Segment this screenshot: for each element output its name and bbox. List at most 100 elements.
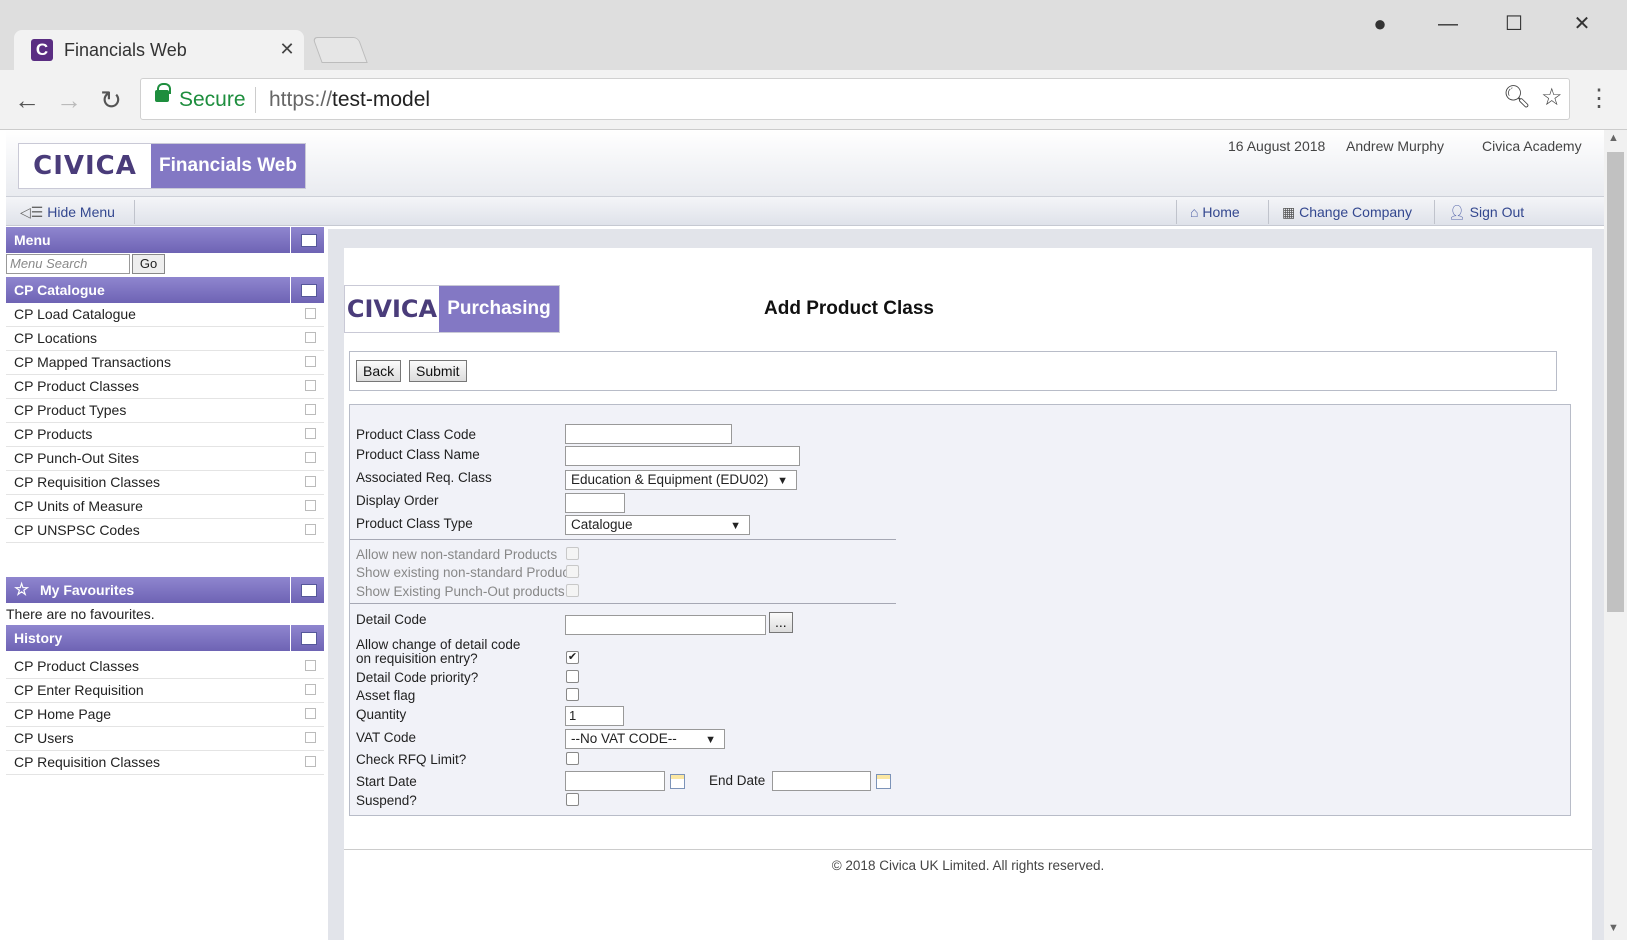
scrollbar-thumb[interactable] [1607,152,1624,612]
asset-flag-checkbox[interactable] [566,688,579,701]
product-class-name-input[interactable] [565,446,800,466]
vat-code-value: --No VAT CODE-- [571,731,677,746]
minimize-icon[interactable]: — [1426,10,1470,38]
zoom-icon[interactable]: 🔍︎ [1503,84,1531,110]
sidebar-item-punch-out-sites[interactable]: CP Punch-Out Sites [6,447,324,471]
sidebar-item-mapped-transactions[interactable]: CP Mapped Transactions [6,351,324,375]
scroll-down-icon[interactable]: ▼ [1608,922,1619,934]
vat-code-select[interactable]: --No VAT CODE-- ▼ [565,729,725,749]
start-date-calendar-icon[interactable] [670,774,685,789]
back-arrow-icon[interactable]: ← [8,81,46,119]
panel-toggle-icon[interactable] [290,227,324,253]
tab-close-icon[interactable]: ✕ [276,38,298,60]
product-class-code-input[interactable] [565,424,732,444]
quantity-input[interactable]: 1 [565,706,624,726]
submit-button[interactable]: Submit [409,360,467,382]
history-item-users[interactable]: CP Users [6,727,324,751]
reload-icon[interactable]: ↻ [92,81,130,119]
app-header: CIVICA Financials Web 16 August 2018 And… [6,130,1604,196]
address-separator [255,87,256,113]
sidebar-item-label: CP Requisition Classes [14,474,161,490]
open-window-icon[interactable] [305,356,316,367]
maximize-icon[interactable]: ☐ [1492,10,1536,38]
check-rfq-checkbox[interactable] [566,752,579,765]
bookmark-star-icon[interactable]: ☆ [1541,83,1563,112]
product-class-form: Product Class Code Product Class Name As… [349,404,1571,816]
new-tab-button[interactable] [312,37,368,63]
open-window-icon[interactable] [305,308,316,319]
scroll-up-icon[interactable]: ▲ [1608,132,1619,144]
sidebar-item-label: CP Punch-Out Sites [14,450,140,466]
open-window-icon[interactable] [305,660,316,671]
detail-code-priority-checkbox[interactable] [566,670,579,683]
history-item-product-classes[interactable]: CP Product Classes [6,655,324,679]
open-window-icon[interactable] [305,732,316,743]
open-window-icon[interactable] [305,332,316,343]
end-date-input[interactable] [772,771,871,791]
open-window-icon[interactable] [305,524,316,535]
forward-arrow-icon[interactable]: → [50,81,88,119]
home-icon: ⌂ [1190,204,1199,220]
sidebar-item-products[interactable]: CP Products [6,423,324,447]
sidebar-item-units-of-measure[interactable]: CP Units of Measure [6,495,324,519]
end-date-calendar-icon[interactable] [876,774,891,789]
open-window-icon[interactable] [305,500,316,511]
sidebar-item-locations[interactable]: CP Locations [6,327,324,351]
allow-change-detail-label-line1: Allow change of detail code [356,637,521,652]
show-existing-products-checkbox[interactable] [566,565,579,578]
sidebar-item-product-types[interactable]: CP Product Types [6,399,324,423]
history-item-requisition-classes[interactable]: CP Requisition Classes [6,751,324,775]
allow-change-detail-checkbox[interactable]: ✔ [566,651,579,664]
page-scrollbar[interactable]: ▲ ▼ [1604,130,1627,940]
sidebar-item-unspsc-codes[interactable]: CP UNSPSC Codes [6,519,324,543]
open-window-icon[interactable] [305,756,316,767]
open-window-icon[interactable] [305,708,316,719]
sidebar-item-requisition-classes[interactable]: CP Requisition Classes [6,471,324,495]
section-divider [350,603,896,604]
panel-toggle-icon[interactable] [290,625,324,651]
sidebar-item-product-classes[interactable]: CP Product Classes [6,375,324,399]
detail-code-lookup-button[interactable]: ... [769,612,793,633]
action-bar: Back Submit [349,351,1557,391]
open-window-icon[interactable] [305,380,316,391]
show-punchout-products-checkbox[interactable] [566,584,579,597]
open-window-icon[interactable] [305,404,316,415]
browser-toolbar: ← → ↻ Secure https://test-model 🔍︎ ☆ ⋮ [0,70,1627,130]
url-text[interactable]: https://test-model [269,88,430,112]
purchasing-logo-product: Purchasing [439,286,559,332]
product-class-type-select[interactable]: Catalogue ▼ [565,515,750,535]
history-item-enter-requisition[interactable]: CP Enter Requisition [6,679,324,703]
address-bar[interactable]: Secure https://test-model 🔍︎ ☆ [140,78,1570,120]
detail-code-input[interactable] [565,615,766,635]
navbar-divider [1268,200,1269,224]
open-window-icon[interactable] [305,476,316,487]
back-button[interactable]: Back [356,360,402,382]
open-window-icon[interactable] [305,684,316,695]
browser-tab[interactable]: C Financials Web ✕ [14,30,304,70]
menu-search-input[interactable]: Menu Search [6,254,130,274]
suspend-checkbox[interactable] [566,793,579,806]
menu-search-go-button[interactable]: Go [132,254,165,274]
window-close-icon[interactable]: ✕ [1560,10,1604,38]
history-panel-header: History [6,625,324,651]
tab-title: Financials Web [64,40,187,60]
open-window-icon[interactable] [305,452,316,463]
browser-menu-icon[interactable]: ⋮ [1584,82,1614,116]
associated-req-class-select[interactable]: Education & Equipment (EDU02) ▼ [565,470,797,490]
start-date-input[interactable] [565,771,665,791]
folder-up-icon[interactable] [290,277,324,303]
home-link[interactable]: ⌂ Home [1190,204,1240,220]
change-company-link[interactable]: ▦ Change Company [1282,204,1412,221]
sign-out-link[interactable]: 👤︎ Sign Out [1448,204,1524,221]
panel-toggle-icon[interactable] [290,577,324,603]
display-order-input[interactable] [565,493,625,513]
app-navbar: ◁☰ Hide Menu ⌂ Home ▦ Change Company 👤︎ … [6,196,1604,226]
hide-menu-button[interactable]: ◁☰ Hide Menu [20,204,115,221]
allow-new-products-checkbox[interactable] [566,547,579,560]
sidebar: Menu Menu Search Go CP Catalogue CP Load… [6,227,324,940]
sidebar-item-load-catalogue[interactable]: CP Load Catalogue [6,303,324,327]
profile-icon[interactable]: ● [1358,10,1402,38]
open-window-icon[interactable] [305,428,316,439]
catalogue-panel-header: CP Catalogue [6,277,324,303]
history-item-home-page[interactable]: CP Home Page [6,703,324,727]
